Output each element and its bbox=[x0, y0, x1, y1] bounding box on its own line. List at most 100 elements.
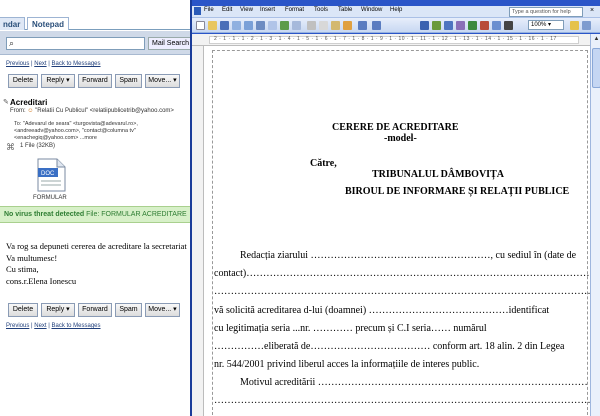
zoom-select[interactable]: 100% ▾ bbox=[528, 20, 564, 30]
from-row: From: ☺ "Relatii Cu Publicul" <relatiipu… bbox=[10, 108, 174, 114]
spam-button[interactable]: Spam bbox=[115, 74, 142, 88]
menu-insert[interactable]: Insert bbox=[260, 7, 275, 13]
next-link[interactable]: Next bbox=[34, 323, 46, 329]
paste-icon[interactable] bbox=[331, 21, 340, 30]
word-app-icon bbox=[194, 7, 201, 15]
undo-icon[interactable] bbox=[358, 21, 367, 30]
search-bar: ⌕ Mail Search bbox=[0, 31, 190, 55]
pin-icon: ✎ bbox=[3, 99, 9, 106]
spelling-icon[interactable] bbox=[280, 21, 289, 30]
menu-window[interactable]: Window bbox=[361, 7, 382, 13]
doc-tribunal: TRIBUNALUL DÂMBOVIȚA bbox=[372, 169, 504, 180]
to-line: "Adevarul de seara" <turgovista@adevarul… bbox=[22, 121, 138, 127]
doc-line: Redacția ziarului ………………………………………………, cu… bbox=[240, 250, 577, 261]
new-document-icon[interactable] bbox=[196, 21, 205, 30]
to-line: <enachegiq@yahoo.com> ...more bbox=[14, 135, 97, 141]
help-icon[interactable] bbox=[570, 21, 579, 30]
menu-help[interactable]: Help bbox=[390, 7, 402, 13]
next-link[interactable]: Next bbox=[34, 61, 46, 67]
body-line: Va rog sa depuneti cererea de acreditare… bbox=[6, 241, 187, 251]
research-icon[interactable] bbox=[292, 21, 301, 30]
scroll-up-icon[interactable]: ▲ bbox=[592, 36, 600, 46]
doc-subtitle: -model- bbox=[384, 133, 417, 144]
doc-addressee-label: Către, bbox=[310, 158, 337, 169]
tab-calendar[interactable]: ndar bbox=[0, 17, 26, 30]
standard-toolbar: 100% ▾ bbox=[192, 18, 600, 33]
word-document-icon[interactable]: DOC bbox=[35, 158, 67, 192]
menu-bar: File Edit View Insert Format Tools Table… bbox=[192, 6, 600, 18]
save-icon[interactable] bbox=[220, 21, 229, 30]
svg-text:DOC: DOC bbox=[41, 171, 55, 177]
drawing-icon[interactable] bbox=[480, 21, 489, 30]
copy-icon[interactable] bbox=[319, 21, 328, 30]
menu-file[interactable]: File bbox=[204, 7, 214, 13]
from-value[interactable]: "Relatii Cu Publicul" <relatiipublicetri… bbox=[35, 108, 174, 114]
doc-line: vă solicită acreditarea d-lui (doamnei) … bbox=[214, 305, 550, 316]
doc-line: ……………eliberată de……………………………… conform ar… bbox=[214, 341, 565, 352]
virus-scan-status: No virus threat detected File: FORMULAR … bbox=[0, 206, 190, 223]
menu-format[interactable]: Format bbox=[285, 7, 304, 13]
open-folder-icon[interactable] bbox=[208, 21, 217, 30]
attachment-size[interactable]: 1 File (32KB) bbox=[20, 143, 55, 149]
to-block: To: "Adevarul de seara" <turgovista@adev… bbox=[14, 121, 138, 141]
insert-table-icon[interactable] bbox=[444, 21, 453, 30]
previous-link[interactable]: Previous bbox=[6, 323, 29, 329]
nav-links-bottom: Previous | Next | Back to Messages bbox=[6, 323, 101, 329]
ask-question-input[interactable]: Type a question for help bbox=[509, 7, 583, 17]
body-line: Va multumesc! bbox=[6, 252, 58, 263]
doc-line: …………………………………………………………………………………………………………… bbox=[214, 286, 600, 297]
print-icon[interactable] bbox=[256, 21, 265, 30]
doc-line: contact)……………………………………………………………………………………… bbox=[214, 268, 600, 279]
print-preview-icon[interactable] bbox=[268, 21, 277, 30]
menu-view[interactable]: View bbox=[240, 7, 253, 13]
previous-link[interactable]: Previous bbox=[6, 61, 29, 67]
doc-line: nr. 544/2001 privind liberul acces la in… bbox=[214, 359, 480, 370]
permission-icon[interactable] bbox=[232, 21, 241, 30]
back-to-messages-link[interactable]: Back to Messages bbox=[52, 61, 101, 67]
doc-title: CERERE DE ACREDITARE bbox=[332, 122, 459, 133]
body-line: Cu stima, bbox=[6, 264, 39, 274]
menu-tools[interactable]: Tools bbox=[314, 7, 328, 13]
menu-edit[interactable]: Edit bbox=[222, 7, 232, 13]
read-icon[interactable] bbox=[582, 21, 591, 30]
back-to-messages-link[interactable]: Back to Messages bbox=[52, 323, 101, 329]
forward-button[interactable]: Forward bbox=[78, 74, 112, 88]
format-painter-icon[interactable] bbox=[343, 21, 352, 30]
to-line: <andreeadv@yahoo.com>, "contact@columna … bbox=[14, 128, 136, 134]
horizontal-ruler[interactable]: 2 · 1 · 1 · 1 · 2 · 1 · 3 · 1 · 4 · 1 · … bbox=[192, 34, 600, 46]
vertical-scrollbar[interactable]: ▲ bbox=[590, 34, 600, 416]
delete-button[interactable]: Delete bbox=[8, 303, 38, 317]
vertical-ruler[interactable] bbox=[192, 46, 204, 416]
show-hide-icon[interactable] bbox=[504, 21, 513, 30]
body-line: cons.r.Elena Ionescu bbox=[6, 275, 77, 286]
move-button[interactable]: Move... ▾ bbox=[145, 303, 180, 317]
search-input[interactable]: ⌕ bbox=[6, 37, 145, 50]
insert-excel-icon[interactable] bbox=[456, 21, 465, 30]
forward-button[interactable]: Forward bbox=[78, 303, 112, 317]
reply-button[interactable]: Reply ▾ bbox=[41, 303, 75, 317]
mail-search-button[interactable]: Mail Search bbox=[148, 37, 190, 50]
ruler-numbers: 2 · 1 · 1 · 1 · 2 · 1 · 3 · 1 · 4 · 1 · … bbox=[214, 36, 557, 42]
tables-borders-icon[interactable] bbox=[432, 21, 441, 30]
reply-button[interactable]: Reply ▾ bbox=[41, 74, 75, 88]
hyperlink-icon[interactable] bbox=[420, 21, 429, 30]
file-label[interactable]: FORMULAR bbox=[33, 195, 67, 201]
message-body: Va rog sa depuneti cererea de acreditare… bbox=[6, 241, 187, 287]
delete-button[interactable]: Delete bbox=[8, 74, 38, 88]
move-button[interactable]: Move... ▾ bbox=[145, 74, 180, 88]
spam-button[interactable]: Spam bbox=[115, 303, 142, 317]
nav-links-top: Previous | Next | Back to Messages bbox=[6, 61, 101, 67]
redo-icon[interactable] bbox=[372, 21, 381, 30]
document-map-icon[interactable] bbox=[492, 21, 501, 30]
paperclip-icon: ⌘ bbox=[6, 142, 15, 152]
scroll-thumb[interactable] bbox=[592, 48, 600, 88]
email-icon[interactable] bbox=[244, 21, 253, 30]
close-icon[interactable]: × bbox=[590, 7, 594, 14]
tab-notepad[interactable]: Notepad bbox=[27, 17, 69, 30]
menu-table[interactable]: Table bbox=[338, 7, 352, 13]
mail-tabs: ndar Notepad bbox=[0, 17, 190, 30]
doc-line: …………………………………………………………………………………………………………… bbox=[214, 395, 600, 406]
cut-icon[interactable] bbox=[307, 21, 316, 30]
mail-pane: ndar Notepad ⌕ Mail Search Previous | Ne… bbox=[0, 0, 190, 416]
columns-icon[interactable] bbox=[468, 21, 477, 30]
